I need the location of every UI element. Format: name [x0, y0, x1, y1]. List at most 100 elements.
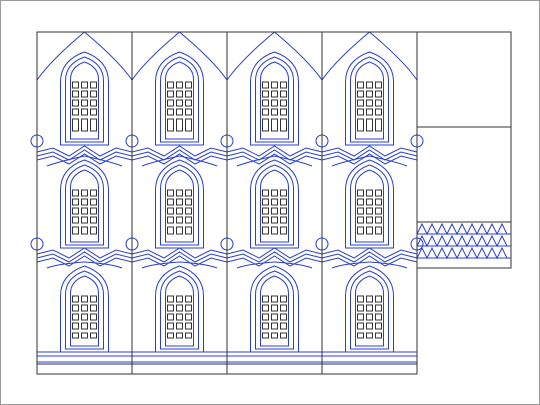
- zigzag-band-line: [131, 251, 228, 263]
- window-pane: [176, 198, 183, 206]
- window-lower-pane: [81, 332, 88, 339]
- window-pane: [375, 108, 382, 116]
- window-pane: [81, 99, 88, 107]
- window-pane: [357, 99, 364, 107]
- window-pane: [90, 189, 97, 197]
- window-pane: [72, 99, 79, 107]
- window-lower-pane: [72, 118, 79, 132]
- window-lower-pane: [185, 226, 192, 235]
- window-pane: [90, 216, 97, 224]
- window-pane: [366, 295, 373, 303]
- window-pane: [72, 216, 79, 224]
- window-lower-pane: [81, 226, 88, 235]
- window-lower-pane: [366, 118, 373, 132]
- window-pane: [366, 322, 373, 330]
- window-arch-outline-1: [250, 265, 299, 353]
- window-pane: [375, 295, 382, 303]
- zigzag-band-line: [36, 255, 133, 267]
- window-pane: [90, 81, 97, 89]
- window-pane: [357, 108, 364, 116]
- window-r2: [155, 159, 204, 249]
- drawing-canvas: [0, 0, 540, 405]
- window-lower-pane: [271, 332, 278, 339]
- window-arch-outline-3: [70, 169, 99, 243]
- window-pane: [357, 304, 364, 312]
- window-lower-pane: [176, 118, 183, 132]
- window-pane: [185, 99, 192, 107]
- window-pane: [357, 216, 364, 224]
- window-lower-pane: [167, 226, 174, 235]
- window-pane: [90, 295, 97, 303]
- window-pane: [185, 295, 192, 303]
- window-pane: [262, 207, 269, 215]
- arch-curve-left: [236, 261, 275, 269]
- facade-bay-3: [226, 31, 323, 363]
- window-lower-pane: [185, 118, 192, 132]
- window-pane: [357, 295, 364, 303]
- window-pane: [375, 198, 382, 206]
- window-pane: [176, 90, 183, 98]
- arch-curve-right: [274, 155, 313, 167]
- window-pane: [185, 90, 192, 98]
- arch-curve-left: [331, 261, 370, 269]
- window-pane: [185, 313, 192, 321]
- gable-curve-right: [179, 31, 228, 81]
- window-arch-outline-1: [345, 265, 394, 353]
- window-pane: [366, 99, 373, 107]
- window-pane: [271, 322, 278, 330]
- window-pane: [185, 207, 192, 215]
- facade-bay-2: [131, 31, 228, 363]
- frieze-zigzag: [416, 222, 508, 236]
- window-pane: [262, 295, 269, 303]
- window-pane: [375, 304, 382, 312]
- window-pane: [176, 108, 183, 116]
- window-lower-pane: [357, 226, 364, 235]
- gable-curve-right: [274, 31, 323, 81]
- window-pane: [271, 216, 278, 224]
- arch-curve-right: [369, 155, 408, 167]
- window-pane: [280, 216, 287, 224]
- window-pane: [280, 313, 287, 321]
- window-pane: [271, 313, 278, 321]
- window-arch-outline-2: [160, 270, 199, 350]
- window-lower-pane: [271, 226, 278, 235]
- window-pane: [81, 81, 88, 89]
- window-pane: [176, 216, 183, 224]
- window-pane: [262, 189, 269, 197]
- window-pane: [262, 304, 269, 312]
- window-pane: [185, 189, 192, 197]
- window-pane: [271, 295, 278, 303]
- window-pane: [366, 198, 373, 206]
- window-pane: [357, 322, 364, 330]
- window-pane: [357, 313, 364, 321]
- arch-curve-left: [141, 261, 180, 269]
- window-lower-pane: [262, 332, 269, 339]
- zigzag-band-line: [321, 149, 418, 161]
- window-pane: [185, 198, 192, 206]
- window-lower-pane: [167, 118, 174, 132]
- window-pane: [81, 313, 88, 321]
- zigzag-band-line: [131, 149, 228, 161]
- window-r2: [345, 159, 394, 249]
- window-arch-outline-1: [155, 159, 204, 249]
- side-panel-border: [416, 31, 512, 269]
- window-pane: [81, 90, 88, 98]
- window-pane: [167, 189, 174, 197]
- window-lower-pane: [262, 118, 269, 132]
- facade-bay-1: [36, 31, 133, 363]
- window-lower-pane: [90, 118, 97, 132]
- window-r1: [60, 51, 109, 146]
- gable-curve-left: [36, 31, 85, 81]
- window-pane: [271, 90, 278, 98]
- zigzag-band-line: [226, 251, 323, 263]
- zigzag-band-line: [131, 255, 228, 267]
- window-pane: [366, 313, 373, 321]
- window-lower-pane: [167, 332, 174, 339]
- zigzag-band-line: [321, 153, 418, 165]
- window-pane: [185, 108, 192, 116]
- window-pane: [90, 207, 97, 215]
- window-r1: [250, 51, 299, 146]
- arch-curve-right: [84, 155, 123, 167]
- zigzag-band-line: [321, 251, 418, 263]
- window-pane: [167, 295, 174, 303]
